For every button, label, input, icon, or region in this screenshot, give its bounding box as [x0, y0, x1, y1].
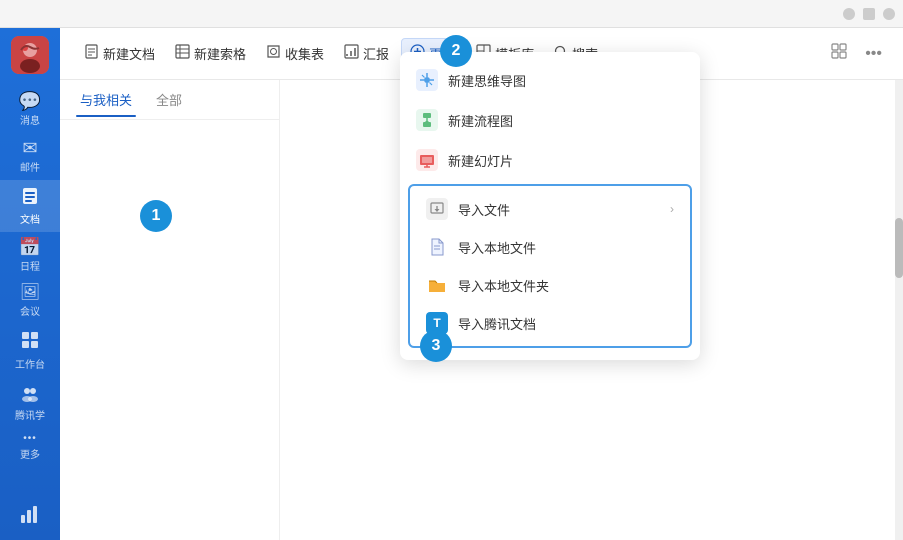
report-icon: [344, 44, 359, 63]
import-section: 导入文件 › 导入本地文件: [408, 184, 692, 348]
left-panel: 与我相关 全部 1: [60, 80, 280, 540]
local-folder-icon: [426, 274, 448, 296]
tab-all[interactable]: 全部: [152, 82, 186, 117]
new-doc-button[interactable]: 新建文档: [76, 39, 163, 68]
import-local-folder-label: 导入本地文件夹: [458, 276, 549, 295]
workspace-icon: [20, 330, 40, 354]
dropdown-mindmap[interactable]: 新建思维导图: [400, 60, 700, 100]
options-button[interactable]: •••: [860, 40, 887, 68]
avatar-image: [11, 36, 49, 74]
sidebar-label-workspace: 工作台: [15, 356, 45, 371]
sidebar-label-tencent: 腾讯学: [15, 407, 45, 422]
sidebar-item-docs[interactable]: 文档: [0, 180, 60, 232]
new-doc-label: 新建文档: [103, 44, 155, 63]
sidebar-item-calendar[interactable]: 📅 日程: [0, 232, 60, 279]
window-controls[interactable]: [843, 8, 895, 20]
sidebar-label-meeting: 会议: [20, 303, 40, 318]
new-table-label: 新建索格: [194, 44, 246, 63]
sidebar-label-messages: 消息: [20, 112, 40, 127]
slides-label: 新建幻灯片: [448, 151, 513, 170]
import-local-file[interactable]: 导入本地文件: [410, 228, 690, 266]
import-label: 导入文件: [458, 200, 510, 219]
sidebar-item-meeting[interactable]: 🖼 会议: [0, 279, 60, 324]
import-submenu: 导入本地文件 导入本地文件夹 T 导入腾讯文档: [410, 228, 690, 342]
report-label: 汇报: [363, 44, 389, 63]
maximize-button[interactable]: [863, 8, 875, 20]
avatar[interactable]: [11, 36, 49, 74]
sidebar-label-calendar: 日程: [20, 258, 40, 273]
new-table-button[interactable]: 新建索格: [167, 39, 254, 68]
stats-icon: [19, 503, 41, 530]
minimize-button[interactable]: [843, 8, 855, 20]
messages-icon: 💬: [19, 92, 41, 110]
dropdown-menu: 新建思维导图 新建流程图 新建幻灯片: [400, 52, 700, 360]
flow-icon: [416, 109, 438, 131]
mindmap-icon: [416, 69, 438, 91]
badge-1: 1: [140, 200, 172, 232]
sidebar: 💬 消息 ✉ 邮件 文档 📅 日程 🖼 会议: [0, 28, 60, 540]
import-icon: [426, 198, 448, 220]
title-bar: [0, 0, 903, 28]
sidebar-label-docs: 文档: [20, 211, 40, 226]
slides-icon: [416, 149, 438, 171]
badge-3-pos: 3: [420, 330, 452, 362]
docs-icon: [20, 186, 40, 209]
import-chevron-icon: ›: [670, 202, 674, 216]
calendar-icon: 📅: [19, 238, 41, 256]
new-doc-icon: [84, 44, 99, 63]
mail-icon: ✉: [22, 139, 37, 157]
scrollbar-track[interactable]: [895, 80, 903, 540]
sidebar-item-tencent[interactable]: 腾讯学: [0, 377, 60, 428]
collect-icon: [266, 44, 281, 63]
import-tencent-label: 导入腾讯文档: [458, 314, 536, 333]
close-button[interactable]: [883, 8, 895, 20]
import-local-file-label: 导入本地文件: [458, 238, 536, 257]
tencent-icon: [20, 383, 40, 405]
scrollbar-thumb[interactable]: [895, 218, 903, 278]
sidebar-item-mail[interactable]: ✉ 邮件: [0, 133, 60, 180]
flow-label: 新建流程图: [448, 111, 513, 130]
new-table-icon: [175, 44, 190, 63]
sidebar-bottom[interactable]: [19, 503, 41, 530]
collect-label: 收集表: [285, 44, 324, 63]
sidebar-item-messages[interactable]: 💬 消息: [0, 86, 60, 133]
tab-related[interactable]: 与我相关: [76, 82, 136, 117]
dropdown-slides[interactable]: 新建幻灯片: [400, 140, 700, 180]
report-button[interactable]: 汇报: [336, 39, 397, 68]
sidebar-item-workspace[interactable]: 工作台: [0, 324, 60, 377]
dropdown-flow[interactable]: 新建流程图: [400, 100, 700, 140]
meeting-icon: 🖼: [20, 285, 40, 301]
mindmap-label: 新建思维导图: [448, 71, 526, 90]
sidebar-label-more: 更多: [20, 446, 40, 461]
badge-2: 2: [440, 35, 472, 67]
more-nav-icon: •••: [23, 434, 37, 444]
grid-icon: [831, 43, 847, 59]
sidebar-item-more[interactable]: ••• 更多: [0, 428, 60, 467]
local-file-icon: [426, 236, 448, 258]
tabs-bar: 与我相关 全部: [60, 80, 279, 120]
grid-view-button[interactable]: [826, 38, 852, 69]
import-tencent-docs[interactable]: T 导入腾讯文档: [410, 304, 690, 342]
sidebar-label-mail: 邮件: [20, 159, 40, 174]
import-local-folder[interactable]: 导入本地文件夹: [410, 266, 690, 304]
collect-button[interactable]: 收集表: [258, 39, 332, 68]
import-header[interactable]: 导入文件 ›: [410, 190, 690, 228]
